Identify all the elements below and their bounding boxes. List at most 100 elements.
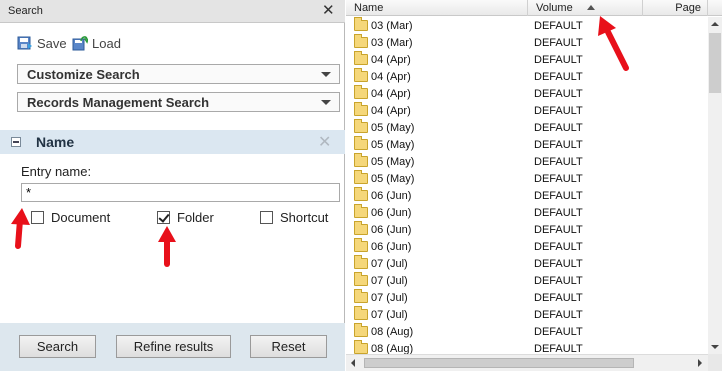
list-item[interactable]: 08 (Aug) DEFAULT [346,340,708,354]
list-item[interactable]: 07 (Jul) DEFAULT [346,255,708,272]
scroll-corner [708,354,722,371]
folder-icon [354,51,368,65]
chevron-down-icon [321,100,331,105]
document-checkbox-label: Document [51,209,111,225]
list-item[interactable]: 03 (Mar) DEFAULT [346,34,708,51]
close-icon[interactable]: ✕ [322,1,335,19]
row-name: 06 (Jun) [371,224,412,236]
row-name: 05 (May) [371,173,415,185]
row-name: 07 (Jul) [371,309,408,321]
folder-icon [354,85,368,99]
folder-icon [354,34,368,48]
row-volume: DEFAULT [534,275,583,287]
save-icon [17,36,32,50]
annotation-arrow-icon [598,16,629,71]
row-volume: DEFAULT [534,309,583,321]
search-panel-title: Search [8,5,43,17]
scroll-up-icon[interactable] [708,17,722,31]
save-label: Save [37,35,67,51]
row-volume: DEFAULT [534,105,583,117]
scroll-left-icon[interactable] [346,355,362,371]
row-volume: DEFAULT [534,258,583,270]
row-name: 06 (Jun) [371,190,412,202]
shortcut-checkbox[interactable]: Shortcut [260,209,328,225]
load-icon [72,36,88,51]
search-panel: Search ✕ Save Load Customize Search Reco… [0,0,345,371]
folder-icon [354,289,368,303]
scroll-down-icon[interactable] [708,340,722,354]
customize-search-label: Customize Search [27,67,140,82]
row-volume: DEFAULT [534,326,583,338]
results-rows: 03 (Mar) DEFAULT 03 (Mar) DEFAULT 04 (Apr) DE… [346,17,708,354]
folder-icon [354,272,368,286]
horizontal-scroll-thumb[interactable] [364,358,634,368]
shortcut-checkbox-label: Shortcut [280,209,329,225]
results-list: Name Volume Page 03 (Mar) DEFAULT 03 (Mar)… [346,0,722,371]
load-button[interactable]: Load [72,34,121,52]
list-item[interactable]: 07 (Jul) DEFAULT [346,306,708,323]
sort-ascending-icon [587,5,595,10]
list-item[interactable]: 06 (Jun) DEFAULT [346,204,708,221]
row-volume: DEFAULT [534,224,583,236]
list-item[interactable]: 07 (Jul) DEFAULT [346,289,708,306]
list-item[interactable]: 05 (May) DEFAULT [346,119,708,136]
folder-icon [354,17,368,31]
row-volume: DEFAULT [534,71,583,83]
folder-icon [354,187,368,201]
entry-name-input[interactable] [21,183,340,202]
row-name: 05 (May) [371,156,415,168]
row-volume: DEFAULT [534,343,583,354]
save-button[interactable]: Save [17,34,67,52]
annotation-arrow-icon [11,208,30,249]
customize-search-dropdown[interactable]: Customize Search [17,64,340,84]
reset-button[interactable]: Reset [250,335,327,358]
list-item[interactable]: 04 (Apr) DEFAULT [346,68,708,85]
column-header-page[interactable]: Page [643,0,708,16]
folder-icon [354,340,368,354]
row-name: 04 (Apr) [371,105,411,117]
folder-icon [354,323,368,337]
list-item[interactable]: 06 (Jun) DEFAULT [346,221,708,238]
row-volume: DEFAULT [534,54,583,66]
row-volume: DEFAULT [534,37,583,49]
document-checkbox[interactable]: Document [31,209,110,225]
list-item[interactable]: 05 (May) DEFAULT [346,136,708,153]
refine-results-button[interactable]: Refine results [116,335,231,358]
list-item[interactable]: 06 (Jun) DEFAULT [346,187,708,204]
folder-icon [354,102,368,116]
folder-icon [354,255,368,269]
list-item[interactable]: 07 (Jul) DEFAULT [346,272,708,289]
annotation-arrow-icon [158,226,176,267]
folder-icon [354,170,368,184]
collapse-icon[interactable] [11,137,21,147]
scroll-right-icon[interactable] [692,355,708,371]
row-volume: DEFAULT [534,20,583,32]
records-management-search-label: Records Management Search [27,95,210,110]
column-header-name[interactable]: Name [346,0,528,16]
row-name: 07 (Jul) [371,258,408,270]
vertical-scrollbar[interactable] [708,17,722,354]
remove-section-icon[interactable]: ✕ [318,132,331,152]
row-name: 03 (Mar) [371,20,413,32]
row-volume: DEFAULT [534,207,583,219]
list-item[interactable]: 04 (Apr) DEFAULT [346,51,708,68]
list-item[interactable]: 06 (Jun) DEFAULT [346,238,708,255]
row-volume: DEFAULT [534,241,583,253]
list-item[interactable]: 08 (Aug) DEFAULT [346,323,708,340]
checkbox-box[interactable] [260,210,273,224]
search-button[interactable]: Search [19,335,96,358]
horizontal-scrollbar[interactable] [346,354,708,371]
row-volume: DEFAULT [534,190,583,202]
folder-icon [354,238,368,252]
list-item[interactable]: 04 (Apr) DEFAULT [346,102,708,119]
row-name: 08 (Aug) [371,326,414,338]
row-name: 06 (Jun) [371,241,412,253]
list-item[interactable]: 03 (Mar) DEFAULT [346,17,708,34]
list-item[interactable]: 05 (May) DEFAULT [346,153,708,170]
list-item[interactable]: 05 (May) DEFAULT [346,170,708,187]
records-management-search-dropdown[interactable]: Records Management Search [17,92,340,112]
list-item[interactable]: 04 (Apr) DEFAULT [346,85,708,102]
row-name: 04 (Apr) [371,54,411,66]
row-volume: DEFAULT [534,156,583,168]
vertical-scroll-thumb[interactable] [709,33,721,93]
